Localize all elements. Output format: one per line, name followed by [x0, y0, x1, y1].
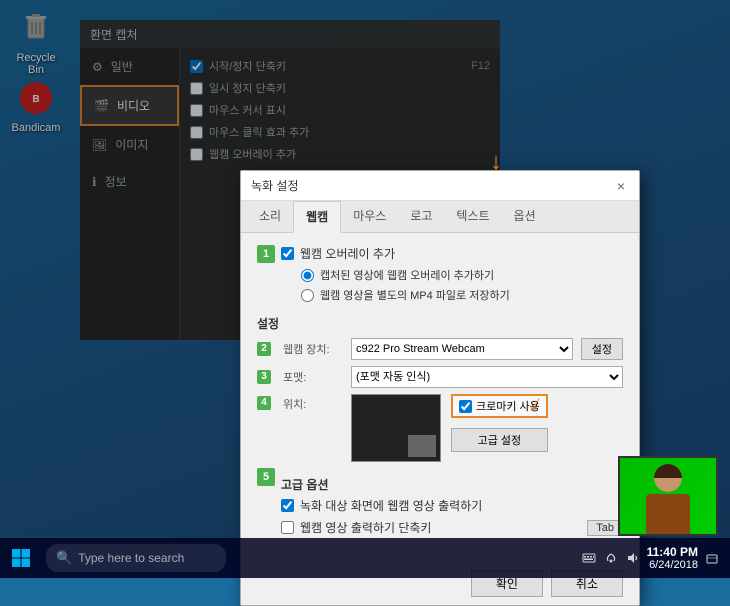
output-webcam-checkbox[interactable]	[281, 499, 294, 512]
network-icon	[603, 550, 619, 566]
webcam-preview-inner	[408, 435, 436, 457]
clock-time: 11:40 PM	[647, 545, 698, 559]
radio1-row: 캡처된 영상에 웹캠 오버레이 추가하기	[301, 267, 623, 283]
tab-text[interactable]: 텍스트	[444, 201, 501, 232]
advanced-settings-button[interactable]: 고급 설정	[451, 428, 548, 452]
desktop: Recycle Bin B Bandicam 환면 캡처 ⚙ 일반 🎬 비디오	[0, 0, 730, 578]
taskbar-right: 11:40 PM 6/24/2018	[571, 538, 730, 578]
person-hair	[654, 464, 682, 478]
step4-badge: 4	[257, 396, 271, 410]
device-select[interactable]: c922 Pro Stream Webcam	[351, 338, 573, 360]
format-select[interactable]: (포맷 자동 인식)	[351, 366, 623, 388]
step1-badge: 1	[257, 245, 275, 263]
keyboard-icon	[581, 550, 597, 566]
step1-section: 1 웹캠 오버레이 추가 캡처된 영상에 웹캠 오버레이 추가하기 웹캠 영상을…	[257, 245, 623, 307]
notification-icon[interactable]	[704, 550, 720, 566]
tab-mouse[interactable]: 마우스	[341, 201, 398, 232]
device-label: 웹캠 장치:	[283, 341, 343, 357]
start-button[interactable]	[0, 538, 42, 578]
format-label: 포맷:	[283, 369, 343, 385]
webcam-mode-overlay-radio[interactable]	[301, 269, 314, 282]
advanced-options-label: 고급 옵션	[281, 476, 623, 493]
clock-date: 6/24/2018	[647, 559, 698, 571]
dialog-title: 녹화 설정	[251, 177, 299, 194]
step3-badge: 3	[257, 370, 271, 384]
search-placeholder: Type here to search	[78, 551, 184, 565]
taskbar-search[interactable]: 🔍 Type here to search	[46, 544, 226, 572]
step4-row: 4 위치: 크로마키 사용 고	[257, 394, 623, 462]
webcam-overlay-add-checkbox[interactable]	[281, 247, 294, 260]
settings-section-label: 설정	[257, 315, 623, 332]
step2-row: 2 웹캠 장치: c922 Pro Stream Webcam 설정	[257, 338, 623, 360]
webcam-overlay-add-label: 웹캠 오버레이 추가	[300, 245, 395, 262]
output-webcam-label: 녹화 대상 화면에 웹캠 영상 출력하기	[300, 497, 482, 514]
windows-icon	[11, 548, 31, 568]
step5-badge: 5	[257, 468, 275, 486]
search-icon: 🔍	[56, 550, 72, 566]
step2-badge: 2	[257, 342, 271, 356]
radio2-row: 웹캠 영상을 별도의 MP4 파일로 저장하기	[301, 287, 623, 303]
position-row: 크로마키 사용 고급 설정	[351, 394, 623, 462]
taskbar-clock: 11:40 PM 6/24/2018	[647, 545, 698, 571]
webcam-mode-save-radio[interactable]	[301, 289, 314, 302]
step5-content: 고급 옵션 녹화 대상 화면에 웹캠 영상 출력하기 웹캠 영상 출력하기 단축…	[281, 468, 623, 541]
arrow-annotation-1: ↓	[490, 148, 502, 176]
webcam-mode-save-label: 웹캠 영상을 별도의 MP4 파일로 저장하기	[320, 287, 510, 303]
green-screen	[620, 458, 716, 534]
volume-icon	[625, 550, 641, 566]
person-body	[646, 494, 690, 536]
position-label: 위치:	[283, 396, 343, 412]
webcam-shortcut-checkbox[interactable]	[281, 521, 294, 534]
tab-webcam[interactable]: 웹캠	[293, 201, 341, 233]
webcam-shortcut-checkbox-row: 웹캠 영상 출력하기 단축키 Tab	[281, 519, 623, 536]
device-settings-button[interactable]: 설정	[581, 338, 623, 360]
tab-options[interactable]: 옵션	[502, 201, 548, 232]
dialog-body: 1 웹캠 오버레이 추가 캡처된 영상에 웹캠 오버레이 추가하기 웹캠 영상을…	[241, 233, 639, 561]
dialog-titlebar: 녹화 설정 ×	[241, 171, 639, 201]
position-content: 크로마키 사용 고급 설정	[351, 394, 623, 462]
output-webcam-checkbox-row: 녹화 대상 화면에 웹캠 영상 출력하기	[281, 497, 623, 514]
webcam-preview-box	[351, 394, 441, 462]
step1-content: 웹캠 오버레이 추가 캡처된 영상에 웹캠 오버레이 추가하기 웹캠 영상을 별…	[281, 245, 623, 307]
person-silhouette	[638, 464, 698, 534]
webcam-overlay-add-row: 웹캠 오버레이 추가	[281, 245, 623, 262]
chromakey-checkbox[interactable]	[459, 400, 472, 413]
tab-sound[interactable]: 소리	[247, 201, 293, 232]
webcam-mode-overlay-label: 캡처된 영상에 웹캠 오버레이 추가하기	[320, 267, 494, 283]
step5-section: 5 고급 옵션 녹화 대상 화면에 웹캠 영상 출력하기 웹캠 영상 출력하기 …	[257, 468, 623, 541]
taskbar: 🔍 Type here to search 11:40 PM 6/24/2018	[0, 538, 730, 578]
dialog-close-button[interactable]: ×	[613, 178, 629, 194]
tab-logo[interactable]: 로고	[398, 201, 444, 232]
webcam-live-preview	[618, 456, 718, 536]
webcam-shortcut-label: 웹캠 영상 출력하기 단축키	[300, 519, 431, 536]
dialog-tabs: 소리 웹캠 마우스 로고 텍스트 옵션	[241, 201, 639, 233]
step3-row: 3 포맷: (포맷 자동 인식)	[257, 366, 623, 388]
